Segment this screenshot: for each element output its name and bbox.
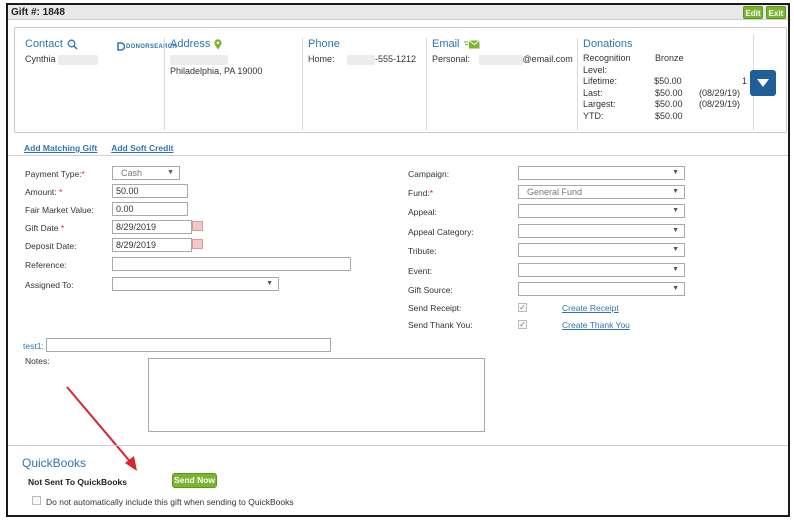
title-bar: Gift #: 1848 Edit Exit	[8, 5, 788, 20]
amount-label: Amount: *	[25, 187, 63, 197]
send-thank-you-checkbox[interactable]: ✓	[518, 320, 527, 329]
send-thank-you-label: Send Thank You:	[408, 320, 473, 330]
constituent-card: Contact Cynthia DONORSEARCH Address Phil…	[14, 27, 787, 133]
appeal-label: Appeal:	[408, 207, 437, 217]
phone-type-label: Home:	[308, 54, 335, 64]
appeal-category-select[interactable]: ▼	[518, 224, 685, 238]
chevron-down-icon: ▼	[672, 207, 679, 214]
amount-input[interactable]: 50.00	[112, 184, 188, 198]
add-soft-credit-link[interactable]: Add Soft Credit	[111, 143, 173, 153]
gift-action-links: Add Matching Gift Add Soft Credit	[24, 143, 174, 153]
payment-type-select[interactable]: Cash ▼	[112, 166, 180, 180]
phone-heading: Phone	[308, 38, 340, 50]
send-receipt-checkbox[interactable]: ✓	[518, 303, 527, 312]
quickbooks-status: Not Sent To QuickBooks	[28, 477, 128, 487]
gift-date-label: Gift Date *	[25, 223, 65, 233]
chevron-down-icon: ▼	[672, 246, 679, 253]
donation-row: Largest: $50.00 (08/29/19)	[583, 99, 741, 109]
exit-button[interactable]: Exit	[766, 6, 786, 19]
envelope-icon[interactable]	[463, 39, 480, 49]
notes-textarea[interactable]	[148, 358, 485, 432]
event-label: Event:	[408, 266, 433, 276]
payment-type-label: Payment Type:*	[25, 169, 85, 179]
fair-market-value-input[interactable]: 0.00	[112, 202, 188, 216]
chevron-down-icon: ▼	[266, 280, 273, 287]
redacted-surname	[58, 54, 99, 65]
gift-window: Gift #: 1848 Edit Exit Contact Cynthia D…	[6, 3, 790, 517]
fair-market-value-label: Fair Market Value:	[25, 205, 94, 215]
search-icon[interactable]	[67, 39, 78, 50]
section-divider	[8, 445, 788, 446]
contact-heading[interactable]: Contact	[25, 38, 63, 50]
redacted-email-user	[478, 54, 523, 65]
add-matching-gift-link[interactable]: Add Matching Gift	[24, 143, 97, 153]
exclude-from-quickbooks-label: Do not automatically include this gift w…	[46, 497, 294, 507]
chevron-down-icon: ▼	[672, 188, 679, 195]
gift-title: Gift #: 1848	[11, 7, 65, 18]
donation-row: Last: $50.00 (08/29/19)	[583, 87, 741, 98]
test1-label: test1:	[23, 341, 44, 351]
gift-source-label: Gift Source:	[408, 285, 453, 295]
email-heading: Email	[432, 38, 460, 50]
donation-row: Lifetime: $50.00 1	[583, 76, 747, 86]
chevron-down-icon	[757, 79, 769, 87]
exclude-from-quickbooks-checkbox[interactable]	[32, 496, 41, 505]
test1-input[interactable]	[46, 338, 331, 352]
chevron-down-icon: ▼	[672, 227, 679, 234]
contact-column: Contact Cynthia DONORSEARCH	[25, 38, 177, 130]
reference-label: Reference:	[25, 260, 67, 270]
chevron-down-icon: ▼	[672, 169, 679, 176]
event-select[interactable]: ▼	[518, 263, 685, 277]
fund-select[interactable]: General Fund ▼	[518, 185, 685, 199]
create-thank-you-link[interactable]: Create Thank You	[562, 320, 630, 330]
email-column: Email Personal: @email.com	[426, 38, 574, 130]
campaign-label: Campaign:	[408, 169, 450, 179]
chevron-down-icon: ▼	[672, 285, 679, 292]
expand-button[interactable]	[750, 70, 776, 96]
address-heading[interactable]: Address	[170, 38, 210, 50]
redacted-area-code	[347, 54, 376, 65]
campaign-select[interactable]: ▼	[518, 166, 685, 180]
redacted-street	[170, 54, 228, 65]
phone-number: -555-1212	[375, 54, 417, 64]
email-type-label: Personal:	[432, 54, 471, 64]
contact-name: Cynthia	[25, 54, 56, 64]
tribute-select[interactable]: ▼	[518, 243, 685, 257]
fund-label: Fund:*	[408, 188, 434, 198]
appeal-category-label: Appeal Category:	[408, 227, 474, 237]
gift-date-input[interactable]: 8/29/2019	[112, 220, 192, 234]
create-receipt-link[interactable]: Create Receipt	[562, 303, 619, 313]
edit-button[interactable]: Edit	[743, 6, 763, 19]
send-receipt-label: Send Receipt:	[408, 303, 462, 313]
address-column: Address Philadelphia, PA 19000	[164, 38, 299, 130]
reference-input[interactable]	[112, 257, 351, 271]
tribute-label: Tribute:	[408, 246, 437, 256]
deposit-date-input[interactable]: 8/29/2019	[112, 238, 192, 252]
chevron-down-icon: ▼	[672, 266, 679, 273]
assigned-to-select[interactable]: ▼	[112, 277, 279, 291]
calendar-icon[interactable]	[192, 239, 203, 249]
donation-summary: Recognition Level: Bronze Lifetime: $50.00…	[583, 53, 747, 122]
calendar-icon[interactable]	[192, 221, 203, 231]
donation-row: Recognition Level: Bronze	[583, 53, 684, 75]
donorsearch-d-icon	[117, 42, 125, 51]
assigned-to-label: Assigned To:	[25, 280, 74, 290]
deposit-date-label: Deposit Date:	[25, 241, 77, 251]
phone-column: Phone Home: -555-1212	[302, 38, 423, 130]
donation-row: YTD: $50.00	[583, 110, 683, 121]
map-pin-icon[interactable]	[214, 38, 222, 50]
send-now-button[interactable]: Send Now	[172, 473, 217, 488]
donations-heading: Donations	[583, 38, 633, 50]
quickbooks-heading: QuickBooks	[22, 456, 87, 470]
address-city: Philadelphia, PA 19000	[170, 66, 263, 76]
gift-source-select[interactable]: ▼	[518, 282, 685, 296]
section-divider	[8, 155, 788, 156]
appeal-select[interactable]: ▼	[518, 204, 685, 218]
notes-label: Notes:	[25, 356, 50, 366]
donations-column: Donations Recognition Level: Bronze Lifet…	[577, 38, 747, 130]
email-domain[interactable]: @email.com	[523, 54, 573, 64]
chevron-down-icon: ▼	[167, 169, 174, 176]
